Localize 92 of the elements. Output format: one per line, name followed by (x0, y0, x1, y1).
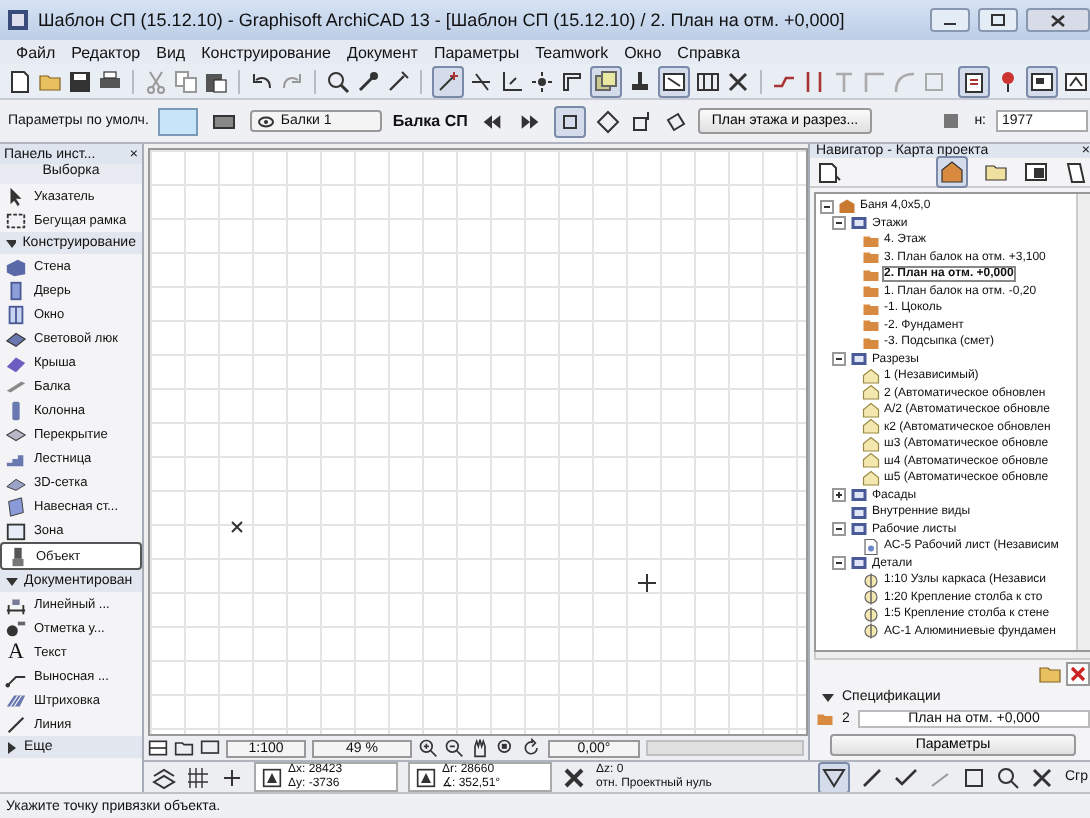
menu-item[interactable]: Окно (624, 43, 662, 61)
window-title: Шаблон СП (15.12.10) - Graphisoft ArchiCAD 13 - [Шаблон СП (15.12.10) / 2. План на отм. +0,000] (38, 10, 847, 30)
cross-mark (230, 520, 244, 534)
minimize-button[interactable] (930, 8, 970, 32)
close-icon (1050, 13, 1066, 27)
paste-icon[interactable] (204, 69, 228, 93)
triangle-icon (6, 575, 18, 587)
triangle-icon (6, 741, 18, 753)
axes-icon[interactable] (500, 69, 524, 93)
close-button[interactable] (1026, 8, 1090, 32)
collapse-icon[interactable] (820, 199, 834, 214)
menu-item[interactable]: Справка (677, 43, 741, 61)
menu-item[interactable]: Параметры (433, 43, 520, 61)
screen-icon[interactable] (200, 738, 220, 758)
detail-icon (862, 588, 880, 607)
hand-icon[interactable] (470, 738, 490, 758)
plus-icon[interactable] (220, 765, 244, 789)
maximize-icon (990, 14, 1006, 26)
level-mark-icon (4, 617, 28, 639)
menu-item[interactable]: Документ (346, 43, 418, 61)
menu-item[interactable]: Файл (16, 43, 56, 61)
menu-item[interactable]: Конструирование (201, 43, 331, 61)
cross-icon[interactable] (726, 69, 750, 93)
save-icon[interactable] (68, 69, 92, 93)
zoom-out-icon[interactable] (444, 738, 464, 758)
plus-mark (638, 574, 656, 592)
delta-icon (262, 767, 282, 787)
delete-icon[interactable] (1066, 662, 1090, 686)
menu-item[interactable]: Вид (156, 43, 186, 61)
magnifier-icon[interactable] (996, 765, 1021, 789)
zoom-in-icon[interactable] (418, 738, 438, 758)
cross-icon[interactable] (1030, 765, 1055, 789)
dashed-frame-icon (4, 209, 28, 231)
sun-icon[interactable] (530, 69, 554, 93)
new-file-icon[interactable] (8, 69, 32, 93)
collapse-icon[interactable] (832, 522, 846, 537)
group-icon (850, 214, 868, 233)
tilted-box-icon[interactable] (663, 109, 688, 133)
element-title: Балка СП (392, 112, 468, 130)
render-icon[interactable] (1064, 69, 1088, 93)
maximize-button[interactable] (978, 8, 1018, 32)
print-icon[interactable] (98, 69, 122, 93)
triangle-icon (6, 237, 17, 249)
eyedropper-icon[interactable] (356, 69, 380, 93)
grid-icon[interactable] (186, 765, 210, 789)
document-arrow-icon[interactable] (818, 160, 842, 184)
fit-icon[interactable] (496, 738, 516, 758)
horizontal-scrollbar[interactable] (814, 652, 1090, 660)
detail-icon (862, 622, 880, 641)
vertical-scrollbar[interactable] (1076, 194, 1090, 650)
delta-icon (416, 767, 436, 787)
skylight-icon (4, 327, 28, 349)
layers-icon[interactable] (152, 765, 176, 789)
detail-icon (862, 605, 880, 624)
expand-icon[interactable] (832, 488, 846, 503)
collapse-icon[interactable] (832, 216, 846, 231)
menu-item[interactable]: Редактор (71, 43, 141, 61)
curtain-wall-icon (4, 495, 28, 517)
cross-icon[interactable] (562, 765, 586, 789)
line-icon (4, 713, 28, 735)
story-icon (816, 710, 834, 728)
plan-view-icon[interactable] (148, 738, 168, 758)
preview-swatch[interactable] (158, 107, 199, 135)
pencil-icon[interactable] (860, 765, 885, 789)
magnifier-icon[interactable] (326, 69, 350, 93)
triangle-icon[interactable] (822, 765, 847, 789)
check-icon[interactable] (894, 765, 919, 789)
app-icon (6, 8, 30, 32)
view-icon[interactable] (1030, 69, 1054, 93)
menu-item[interactable]: Teamwork (535, 43, 609, 61)
eye-icon (258, 115, 275, 127)
horizontal-scrollbar[interactable] (646, 740, 804, 756)
pin-icon[interactable] (996, 69, 1020, 93)
group-icon (850, 350, 868, 369)
collapse-icon[interactable] (832, 556, 846, 571)
layout-icon[interactable] (1024, 160, 1048, 184)
undo-icon[interactable] (250, 69, 274, 93)
collapse-icon[interactable] (832, 352, 846, 367)
square-icon[interactable] (557, 109, 582, 133)
detail-icon (862, 571, 880, 590)
frame-icon[interactable] (696, 69, 720, 93)
folder-view-icon[interactable] (174, 738, 194, 758)
stamp-icon[interactable] (628, 69, 652, 93)
project-icon (838, 197, 856, 216)
triangle-icon (822, 691, 834, 703)
window-icon (4, 303, 28, 325)
rotate-icon[interactable] (522, 738, 542, 758)
slab-icon (4, 423, 28, 445)
clipboard-icon[interactable] (962, 69, 986, 93)
split-icon[interactable] (802, 69, 826, 93)
magic-wand-icon[interactable] (436, 69, 460, 93)
worksheet-icon (862, 537, 880, 556)
